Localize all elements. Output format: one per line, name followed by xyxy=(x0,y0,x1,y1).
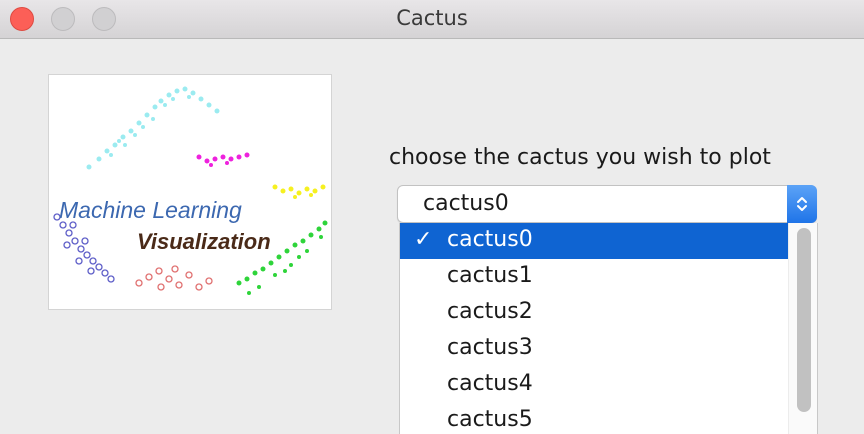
logo-text-line2: Visualization xyxy=(137,229,271,254)
cactus-select[interactable]: cactus0 xyxy=(397,185,817,223)
option-label: cactus1 xyxy=(447,263,533,288)
cactus-select-value: cactus0 xyxy=(423,191,509,216)
cactus-dropdown-list[interactable]: ✓ cactus0 cactus1 cactus2 cactus3 cactus… xyxy=(399,223,818,434)
dropdown-option-cactus4[interactable]: cactus4 xyxy=(400,367,788,403)
option-label: cactus3 xyxy=(447,335,533,360)
option-label: cactus5 xyxy=(447,407,533,432)
select-arrows-icon[interactable] xyxy=(787,185,817,223)
option-label: cactus4 xyxy=(447,371,533,396)
cactus-prompt-label: choose the cactus you wish to plot xyxy=(389,145,771,170)
window-title: Cactus xyxy=(396,6,468,30)
dropdown-option-cactus0[interactable]: ✓ cactus0 xyxy=(400,223,788,259)
dropdown-option-cactus5[interactable]: cactus5 xyxy=(400,403,788,434)
ml-visualization-logo: Machine Learning Visualization xyxy=(48,74,332,310)
dropdown-option-cactus2[interactable]: cactus2 xyxy=(400,295,788,331)
option-label: cactus0 xyxy=(447,227,533,252)
title-bar[interactable]: Cactus xyxy=(0,0,864,39)
dropdown-option-cactus1[interactable]: cactus1 xyxy=(400,259,788,295)
up-down-chevron-icon xyxy=(797,197,807,211)
dropdown-option-cactus3[interactable]: cactus3 xyxy=(400,331,788,367)
logo-text-line1: Machine Learning xyxy=(59,197,242,223)
app-window: Cactus Machine Learning Visualization ch… xyxy=(0,0,864,434)
option-label: cactus2 xyxy=(447,299,533,324)
dropdown-scrollbar[interactable] xyxy=(788,223,817,434)
checkmark-icon: ✓ xyxy=(414,227,433,252)
scrollbar-thumb[interactable] xyxy=(797,228,811,412)
logo-scatter-graphic xyxy=(53,86,328,295)
